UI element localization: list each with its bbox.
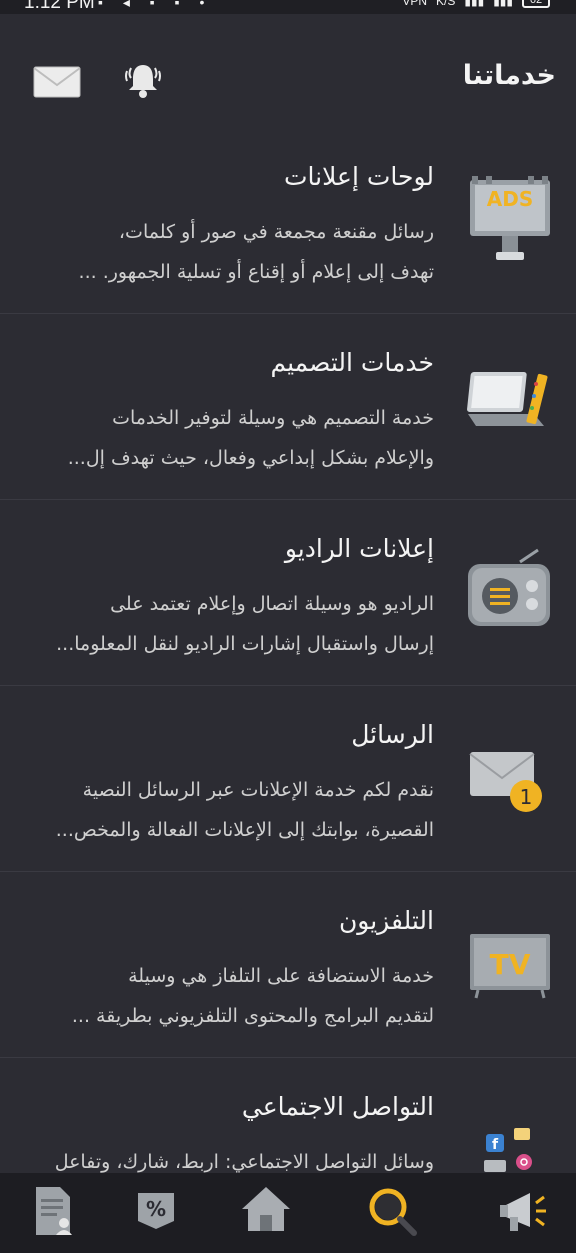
vpn-icon: VPN xyxy=(402,0,428,8)
description-line: خدمة الاستضافة على التلفاز هي وسيلة xyxy=(128,965,434,987)
service-description: رسائل مقنعة مجمعة في صور أو كلمات، تهدف … xyxy=(14,212,434,292)
home-icon[interactable] xyxy=(238,1183,294,1239)
discount-tag-icon[interactable]: % xyxy=(128,1183,184,1239)
description-line: القصيرة، بوابتك إلى الإعلانات الفعالة وا… xyxy=(55,819,434,841)
service-title: لوحات إعلانات xyxy=(284,162,434,191)
tv-text: TV xyxy=(490,948,531,981)
description-line: والإعلام بشكل إبداعي وفعال، حيث تهدف إل.… xyxy=(67,447,434,469)
megaphone-icon[interactable] xyxy=(496,1183,552,1239)
service-item-messages[interactable]: الرسائل نقدم لكم خدمة الإعلانات عبر الرس… xyxy=(0,686,576,872)
notification-badge: 1 xyxy=(520,785,533,809)
discount-label: % xyxy=(146,1197,166,1221)
service-title: إعلانات الراديو xyxy=(284,534,434,563)
status-time: 1:12 PM xyxy=(24,0,95,13)
service-item-radio[interactable]: إعلانات الراديو الراديو هو وسيلة اتصال و… xyxy=(0,500,576,686)
page-title: خدماتنا xyxy=(462,60,556,91)
radio-icon xyxy=(466,548,554,636)
service-title: خدمات التصميم xyxy=(270,348,435,377)
bell-icon[interactable] xyxy=(122,59,164,101)
signal-icon: ▮▮▮ xyxy=(464,0,485,8)
service-item-design[interactable]: خدمات التصميم خدمة التصميم هي وسيلة لتوف… xyxy=(0,314,576,500)
description-line: لتقديم البرامج والمحتوى التلفزيوني بطريق… xyxy=(71,1005,434,1027)
app-header: خدماتنا xyxy=(0,14,576,126)
description-line: إرسال واستقبال إشارات الراديو لنقل المعل… xyxy=(56,633,434,655)
profile-document-icon[interactable] xyxy=(26,1183,82,1239)
services-list: لوحات إعلانات رسائل مقنعة مجمعة في صور أ… xyxy=(0,128,576,1244)
status-indicators: VPN K/S ▮▮▮ ▮▮▮ 62 xyxy=(402,0,550,8)
status-bar: 1:12 PM ▪ ◂ ▪ ▪ • VPN K/S ▮▮▮ ▮▮▮ 62 xyxy=(0,0,576,14)
description-line: خدمة التصميم هي وسيلة لتوفير الخدمات xyxy=(112,407,434,429)
service-description: الراديو هو وسيلة اتصال وإعلام تعتمد على … xyxy=(14,584,434,664)
signal-icon-2: ▮▮▮ xyxy=(493,0,513,8)
mail-icon[interactable] xyxy=(33,66,81,98)
description-line: رسائل مقنعة مجمعة في صور أو كلمات، xyxy=(118,221,434,243)
network-speed-label: K/S xyxy=(436,0,456,8)
battery-icon: 62 xyxy=(522,0,550,8)
svg-text:f: f xyxy=(492,1137,499,1153)
service-title: الرسائل xyxy=(351,720,434,749)
envelope-notification-icon: 1 xyxy=(466,734,554,822)
billboard-ads-icon: ADS xyxy=(466,176,554,264)
service-description: نقدم لكم خدمة الإعلانات عبر الرسائل النص… xyxy=(14,770,434,850)
bottom-navigation: % xyxy=(0,1173,576,1253)
service-description: خدمة الاستضافة على التلفاز هي وسيلة لتقد… xyxy=(14,956,434,1036)
service-title: التلفزيون xyxy=(338,906,434,935)
billboard-text: ADS xyxy=(487,187,533,211)
description-line: تهدف إلى إعلام أو إقناع أو تسلية الجمهور… xyxy=(78,261,434,283)
description-line: نقدم لكم خدمة الإعلانات عبر الرسائل النص… xyxy=(82,779,434,801)
service-item-billboards[interactable]: لوحات إعلانات رسائل مقنعة مجمعة في صور أ… xyxy=(0,128,576,314)
service-description: خدمة التصميم هي وسيلة لتوفير الخدمات وال… xyxy=(14,398,434,478)
notification-icons: ▪ ◂ ▪ ▪ • xyxy=(98,0,213,10)
service-item-tv[interactable]: التلفزيون خدمة الاستضافة على التلفاز هي … xyxy=(0,872,576,1058)
search-icon[interactable] xyxy=(364,1183,420,1239)
description-line: الراديو هو وسيلة اتصال وإعلام تعتمد على xyxy=(110,593,434,615)
tv-icon: TV xyxy=(466,920,554,1008)
laptop-design-icon xyxy=(466,362,554,450)
service-title: التواصل الاجتماعي xyxy=(241,1092,434,1121)
